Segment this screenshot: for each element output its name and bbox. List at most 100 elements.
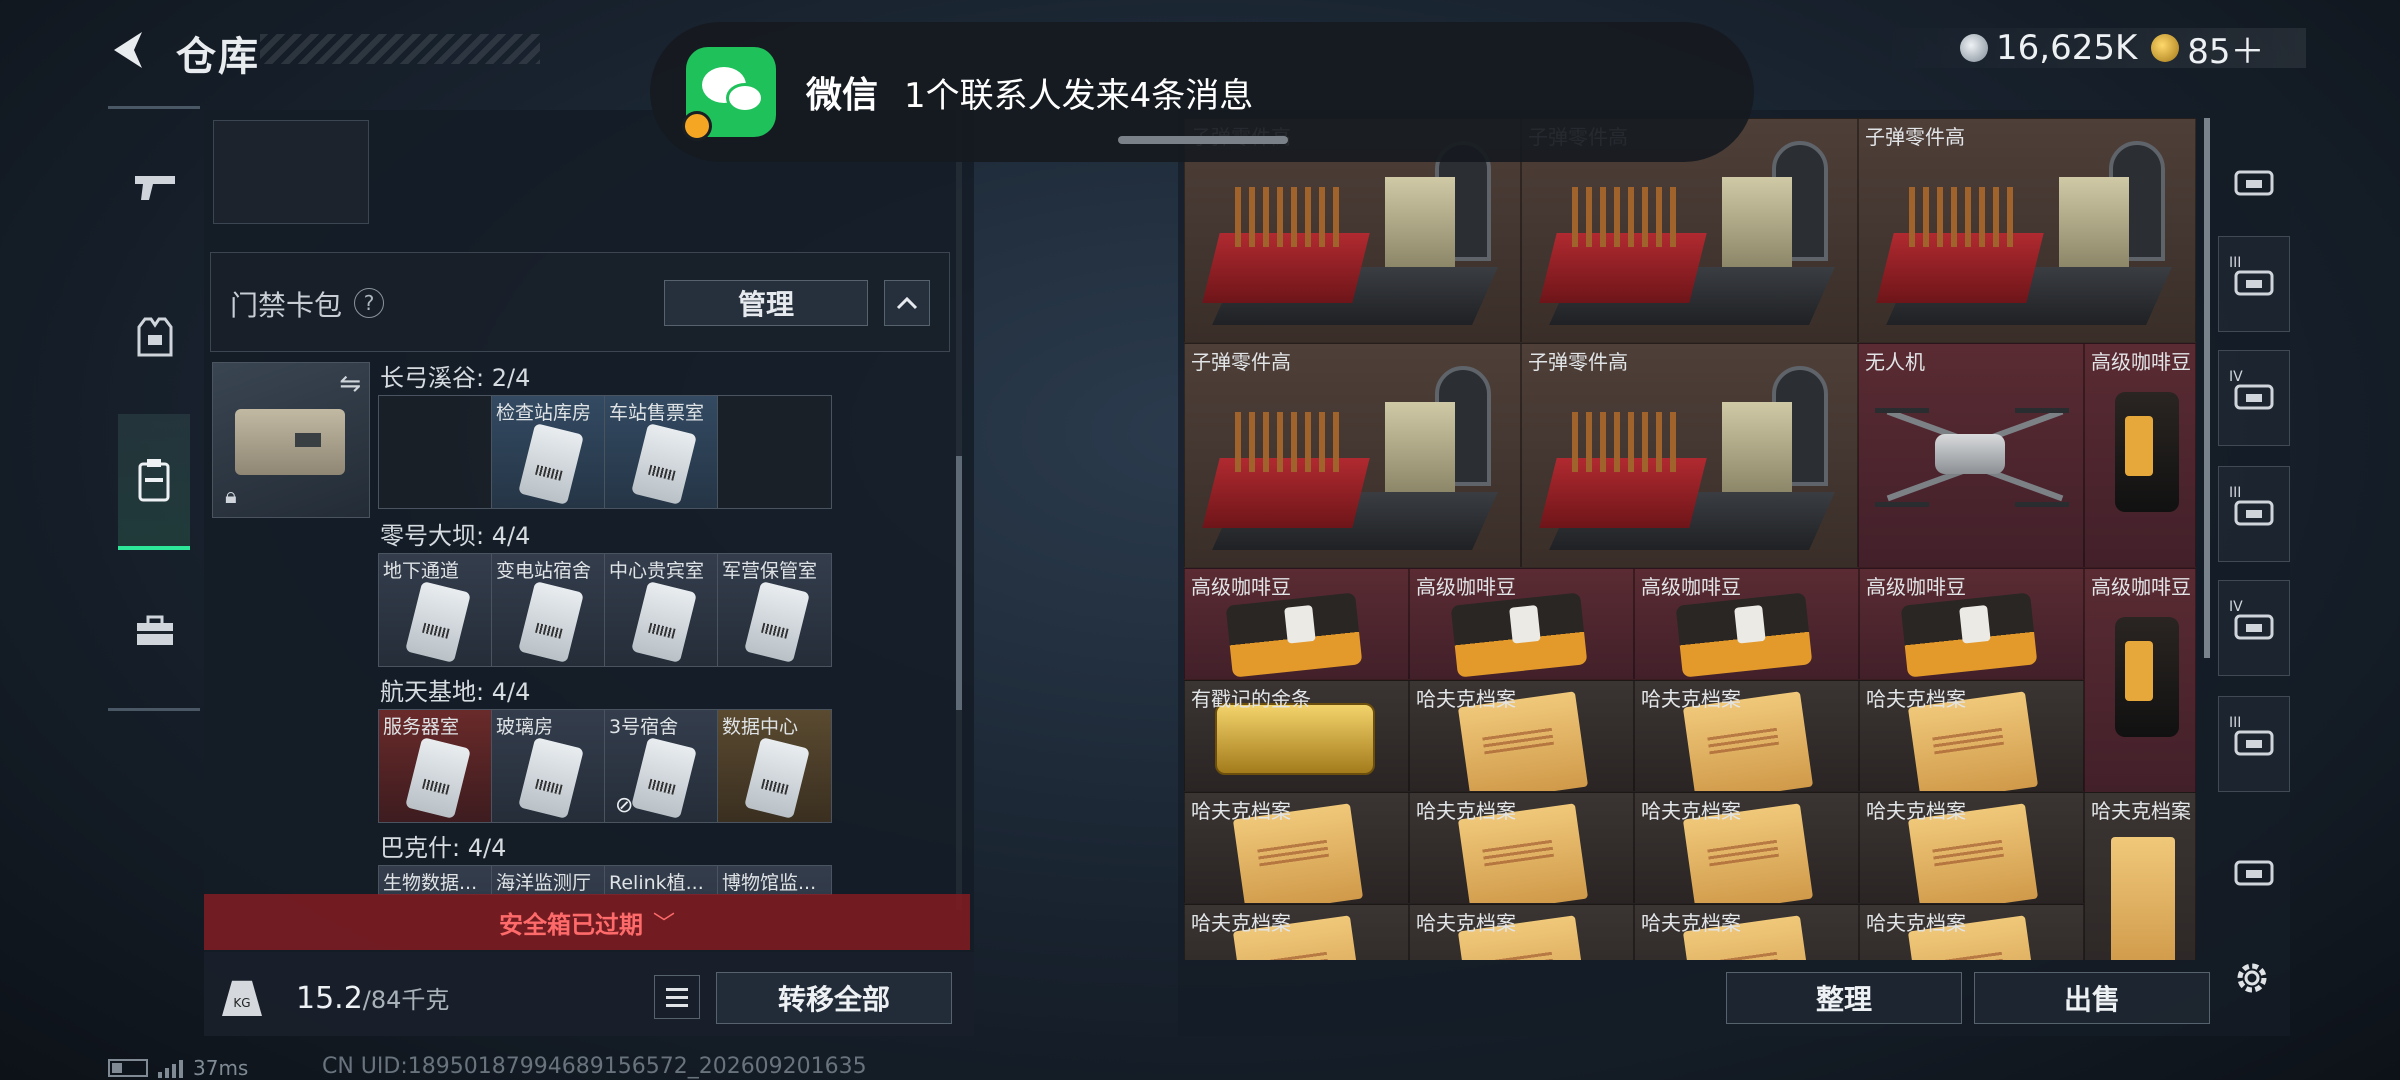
keycase-title: 门禁卡包 <box>230 289 343 322</box>
keycard-slot[interactable]: 地下通道 <box>379 554 492 666</box>
sell-button[interactable]: 出售 <box>1974 972 2210 1024</box>
map-title: 巴克什: 4/4 <box>380 834 507 862</box>
keycard-image <box>518 737 584 819</box>
currency-silver[interactable]: 16,625K <box>1960 28 2137 68</box>
collapse-button[interactable] <box>884 280 930 326</box>
item-name: 哈夫克档案 <box>1416 799 1516 823</box>
rail-filter-button[interactable] <box>2218 136 2290 232</box>
inventory-item[interactable]: 高级咖啡豆 <box>1184 568 1409 680</box>
inventory-item[interactable]: 子弹零件高 <box>1858 118 2196 343</box>
nav-weapons[interactable] <box>120 152 190 222</box>
gear-icon <box>2237 963 2267 993</box>
item-name: 哈夫克档案 <box>1416 911 1516 935</box>
device-icon <box>2232 852 2276 896</box>
keycard-slot[interactable]: 检查站库房 <box>492 396 605 508</box>
rail-filter-button[interactable]: III <box>2218 236 2290 332</box>
keycard-slot[interactable]: 数据中心 <box>718 710 831 822</box>
battery-icon <box>108 1059 148 1077</box>
keycard-slot[interactable]: 变电站宿舍 <box>492 554 605 666</box>
rail-filter-button[interactable] <box>2218 826 2290 922</box>
gold-coin-icon <box>2151 34 2180 62</box>
nav-divider-bottom <box>108 708 200 711</box>
list-view-button[interactable] <box>654 975 700 1019</box>
keycard-label: 海洋监测厅 <box>496 872 592 894</box>
ammo-parts-image <box>1539 362 1835 552</box>
inventory-item[interactable]: 哈夫克档案 <box>1409 792 1634 904</box>
currency-gold[interactable]: 85＋ <box>2151 24 2265 73</box>
pistol-icon <box>135 176 175 200</box>
inventory-item[interactable]: 哈夫克档案 <box>1634 680 1859 792</box>
inventory-item[interactable]: 哈夫克档案 <box>1409 904 1634 960</box>
inventory-item[interactable]: 哈夫克档案 <box>1634 792 1859 904</box>
inventory-item[interactable]: 高级咖啡豆 <box>1859 568 2084 680</box>
keycard-slot[interactable]: 海洋监测厅 <box>492 866 605 894</box>
keycard-slot[interactable]: 中心贵宾室 <box>605 554 718 666</box>
inventory-item[interactable]: 高级咖啡豆 <box>2084 343 2196 568</box>
coffee-bag-image <box>2115 392 2179 512</box>
inventory-item[interactable]: 高级咖啡豆 <box>1634 568 1859 680</box>
nav-armor[interactable] <box>120 302 190 372</box>
inventory-scrollbar[interactable] <box>2204 118 2210 658</box>
transfer-all-button[interactable]: 转移全部 <box>716 972 952 1024</box>
lock-icon: 🔒︎ <box>225 484 237 509</box>
rail-filter-button[interactable]: IV <box>2218 580 2290 676</box>
armor-vest-icon <box>137 317 173 357</box>
page-title: 仓库 <box>176 34 260 80</box>
swap-icon[interactable]: ⇋ <box>339 369 361 399</box>
drone-image <box>1875 384 2069 524</box>
keycard-slot[interactable]: 3号宿舍 ⊘ <box>605 710 718 822</box>
keycard-image <box>405 737 471 819</box>
gold-bar-image <box>1215 703 1375 775</box>
inventory-item[interactable]: 子弹零件高 <box>1184 343 1521 568</box>
rail-filter-button[interactable]: III <box>2218 466 2290 562</box>
inventory-item[interactable]: 无人机 <box>1858 343 2084 568</box>
nav-toolbox[interactable] <box>120 596 190 666</box>
keycard-slot[interactable]: 车站售票室 <box>605 396 718 508</box>
settings-button[interactable] <box>2222 948 2282 1008</box>
inventory-item[interactable]: 有戳记的金条 <box>1184 680 1409 792</box>
item-name: 高级咖啡豆 <box>2091 575 2191 599</box>
inventory-item[interactable]: 哈夫克档案 <box>1184 904 1409 960</box>
inventory-item[interactable]: 哈夫克档案 <box>1409 680 1634 792</box>
gold-amount: 85＋ <box>2187 31 2265 72</box>
tier-label: IV <box>2229 599 2243 615</box>
inventory-item[interactable]: 子弹零件高 <box>1521 343 1858 568</box>
safebox-expired-banner[interactable]: 安全箱已过期 ﹀ <box>204 894 970 950</box>
nav-keycase[interactable] <box>118 414 190 550</box>
item-name: 高级咖啡豆 <box>1416 575 1516 599</box>
rail-filter-button[interactable]: IV <box>2218 350 2290 446</box>
notification-handle[interactable] <box>1118 136 1288 144</box>
keycard-slot[interactable]: 玻璃房 <box>492 710 605 822</box>
keycard-slot[interactable]: Relink植... <box>605 866 718 894</box>
keycard-image <box>631 737 697 819</box>
inventory-item[interactable]: 哈夫克档案 <box>1859 792 2084 904</box>
coffee-bag-image <box>1675 592 1813 678</box>
inventory-item[interactable]: 哈夫克档案 <box>1859 680 2084 792</box>
keycard-slot[interactable]: 博物馆监... <box>718 866 831 894</box>
item-name: 哈夫克档案 <box>1191 799 1291 823</box>
inventory-item[interactable]: 哈夫克档案 <box>2084 792 2196 960</box>
inventory-item[interactable]: 高级咖啡豆 <box>2084 568 2196 793</box>
keycard-slot-empty[interactable] <box>379 396 492 508</box>
keycase-item[interactable]: ⇋ 🔒︎ <box>212 362 370 518</box>
inventory-item[interactable]: 哈夫克档案 <box>1859 904 2084 960</box>
notification-message: 1个联系人发来4条消息 <box>904 75 1254 116</box>
inventory-item[interactable]: 哈夫克档案 <box>1184 792 1409 904</box>
unusable-icon: ⊘ <box>615 793 634 818</box>
inventory-item[interactable]: 哈夫克档案 <box>1634 904 1859 960</box>
keycard-slot-empty[interactable] <box>718 396 831 508</box>
equipped-item-slot[interactable] <box>213 120 369 224</box>
left-scrollbar[interactable] <box>956 456 962 710</box>
rail-filter-button[interactable]: III <box>2218 696 2290 792</box>
keycard-slot[interactable]: 军营保管室 <box>718 554 831 666</box>
help-icon[interactable]: ? <box>354 288 384 318</box>
keycard-slot[interactable]: 生物数据... <box>379 866 492 894</box>
silver-coin-icon <box>1960 34 1988 62</box>
sort-button[interactable]: 整理 <box>1726 972 1962 1024</box>
back-button[interactable] <box>104 24 152 76</box>
manage-button[interactable]: 管理 <box>664 280 868 326</box>
inventory-item[interactable]: 高级咖啡豆 <box>1409 568 1634 680</box>
keycard-label: Relink植... <box>609 872 704 894</box>
keycard-image <box>518 581 584 663</box>
keycard-slot[interactable]: 服务器室 <box>379 710 492 822</box>
